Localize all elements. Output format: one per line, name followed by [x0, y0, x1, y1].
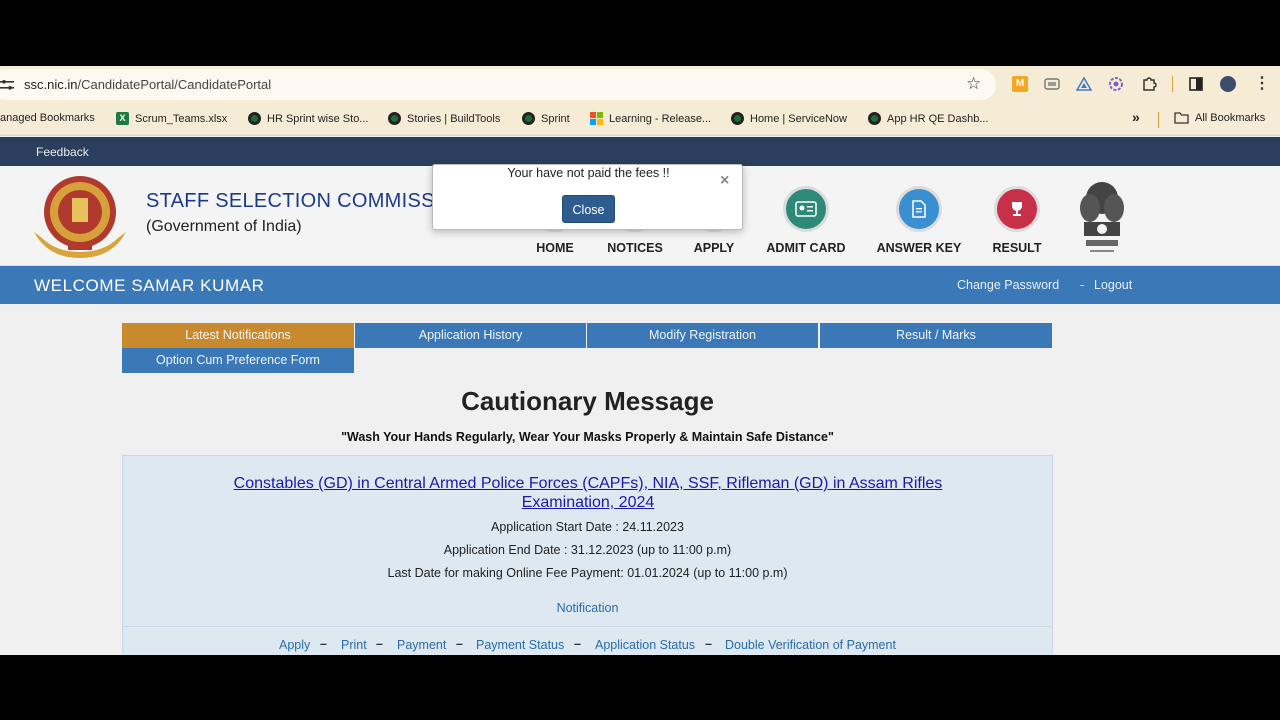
national-emblem: [1080, 182, 1124, 252]
browser-screen: ssc.nic.in/CandidatePortal/CandidatePort…: [0, 66, 1280, 655]
double-verification-link[interactable]: Double Verification of Payment: [725, 638, 896, 652]
extension-window-icon[interactable]: [1044, 76, 1060, 92]
change-password-link[interactable]: Change Password: [957, 278, 1059, 292]
welcome-bar: WELCOME SAMAR KUMAR Change Password - Lo…: [0, 266, 1280, 304]
microsoft-icon: [590, 112, 603, 125]
bookmark-item[interactable]: Home | ServiceNow: [731, 112, 847, 125]
nav-label: NOTICES: [607, 241, 663, 255]
close-icon[interactable]: ×: [720, 172, 729, 190]
address-bar: ssc.nic.in/CandidatePortal/CandidatePort…: [0, 66, 1280, 103]
url-host: ssc.nic.in: [24, 77, 78, 92]
feedback-link[interactable]: Feedback: [36, 145, 89, 159]
jira-icon: [248, 112, 261, 125]
bookmarks-overflow-icon[interactable]: »: [1132, 109, 1140, 125]
nav-label: RESULT: [992, 241, 1042, 255]
bookmark-label: Sprint: [541, 112, 570, 125]
nav-label: ADMIT CARD: [766, 241, 846, 255]
close-button[interactable]: Close: [562, 195, 615, 223]
application-status-link[interactable]: Application Status: [595, 638, 695, 652]
all-bookmarks-label: All Bookmarks: [1195, 112, 1266, 124]
modal-message: Your have not paid the fees !!: [507, 166, 670, 180]
welcome-text: WELCOME SAMAR KUMAR: [34, 276, 265, 295]
bookmark-item[interactable]: App HR QE Dashb...: [868, 112, 989, 125]
tab-application-history[interactable]: Application History: [355, 323, 586, 348]
url-path: /CandidatePortal/CandidatePortal: [77, 77, 272, 92]
servicenow-icon: [731, 112, 744, 125]
toolbar-separator: [1172, 76, 1173, 92]
jira-icon: [388, 112, 401, 125]
bookmark-item[interactable]: Sprint: [522, 112, 570, 125]
caution-subtitle: "Wash Your Hands Regularly, Wear Your Ma…: [341, 430, 834, 444]
feedback-bar: Feedback: [0, 137, 1280, 166]
tab-result-marks[interactable]: Result / Marks: [820, 323, 1052, 348]
link-separator: –: [456, 637, 463, 651]
extensions-puzzle-icon[interactable]: [1141, 76, 1157, 92]
payment-status-link[interactable]: Payment Status: [476, 638, 564, 652]
link-separator: –: [574, 637, 581, 651]
logout-link[interactable]: Logout: [1094, 278, 1132, 292]
fee-last-date: Last Date for making Online Fee Payment:…: [387, 566, 788, 580]
apply-link[interactable]: Apply: [279, 638, 310, 652]
link-separator: –: [705, 637, 712, 651]
payment-link[interactable]: Payment: [397, 638, 446, 652]
trophy-icon: [994, 186, 1040, 232]
side-panel-icon[interactable]: [1188, 76, 1204, 92]
answer-key-icon: [896, 186, 942, 232]
bookmark-label: HR Sprint wise Sto...: [267, 112, 369, 125]
caution-title: Cautionary Message: [461, 386, 714, 416]
nav-admit-card[interactable]: ADMIT CARD: [764, 186, 848, 255]
bookmark-label: App HR QE Dashb...: [887, 112, 989, 125]
application-end-date: Application End Date : 31.12.2023 (up to…: [443, 543, 732, 557]
nav-label: APPLY: [693, 241, 735, 255]
site-settings-icon[interactable]: [0, 80, 14, 90]
bookmarks-bar: anaged Bookmarks X Scrum_Teams.xlsx HR Sp…: [0, 103, 1280, 136]
browser-menu-icon[interactable]: ⋮: [1254, 76, 1270, 92]
fees-alert-modal: Your have not paid the fees !! × Close: [432, 164, 743, 230]
print-link[interactable]: Print: [341, 638, 367, 652]
extension-gear-icon[interactable]: [1108, 76, 1124, 92]
dashboard-icon: [868, 112, 881, 125]
bookmark-label: Scrum_Teams.xlsx: [135, 112, 228, 125]
bookmark-item[interactable]: X Scrum_Teams.xlsx: [116, 112, 227, 125]
bookmark-label: anaged Bookmarks: [0, 112, 95, 124]
bookmark-label: Learning - Release...: [609, 112, 712, 125]
ssc-logo: [34, 176, 126, 258]
application-start-date: Application Start Date : 24.11.2023: [491, 520, 684, 534]
org-subtitle: (Government of India): [146, 218, 302, 235]
bookmarks-separator: [1158, 112, 1159, 128]
nav-answer-key[interactable]: ANSWER KEY: [874, 186, 964, 255]
bookmark-label: Stories | BuildTools: [407, 112, 501, 125]
link-separator: –: [320, 637, 327, 651]
all-bookmarks[interactable]: All Bookmarks: [1174, 112, 1265, 124]
excel-icon: X: [116, 112, 129, 125]
bookmark-item[interactable]: Stories | BuildTools: [388, 112, 500, 125]
admit-card-icon: [783, 186, 829, 232]
tab-option-cum-preference[interactable]: Option Cum Preference Form: [122, 348, 354, 373]
bookmark-star-icon[interactable]: ☆: [966, 75, 981, 92]
notification-link[interactable]: Notification: [123, 601, 1052, 615]
jira-icon: [522, 112, 535, 125]
nav-label: HOME: [536, 241, 574, 255]
bookmark-item[interactable]: Learning - Release...: [590, 112, 711, 125]
nav-label: ANSWER KEY: [876, 241, 962, 255]
bookmark-item[interactable]: anaged Bookmarks: [0, 112, 95, 124]
link-separator: –: [376, 637, 383, 651]
bookmark-item[interactable]: HR Sprint wise Sto...: [248, 112, 368, 125]
bookmark-label: Home | ServiceNow: [750, 112, 847, 125]
exam-title-link[interactable]: Constables (GD) in Central Armed Police …: [223, 474, 953, 512]
nav-result[interactable]: RESULT: [990, 186, 1044, 255]
tab-modify-registration[interactable]: Modify Registration: [587, 323, 818, 348]
menu-separator: -: [1080, 278, 1085, 292]
exam-action-links: Apply – Print – Payment – Payment Status…: [123, 626, 1052, 655]
tab-latest-notifications[interactable]: Latest Notifications: [122, 323, 354, 348]
exam-notification-card: Constables (GD) in Central Armed Police …: [122, 455, 1053, 655]
org-name: STAFF SELECTION COMMISSION: [146, 190, 472, 212]
folder-icon: [1174, 112, 1189, 124]
extension-m-icon[interactable]: M: [1012, 76, 1028, 92]
extension-triangle-icon[interactable]: [1076, 76, 1092, 92]
url-text: ssc.nic.in/CandidatePortal/CandidatePort…: [24, 77, 271, 92]
profile-avatar[interactable]: [1220, 76, 1236, 92]
url-field[interactable]: ssc.nic.in/CandidatePortal/CandidatePort…: [0, 69, 996, 100]
